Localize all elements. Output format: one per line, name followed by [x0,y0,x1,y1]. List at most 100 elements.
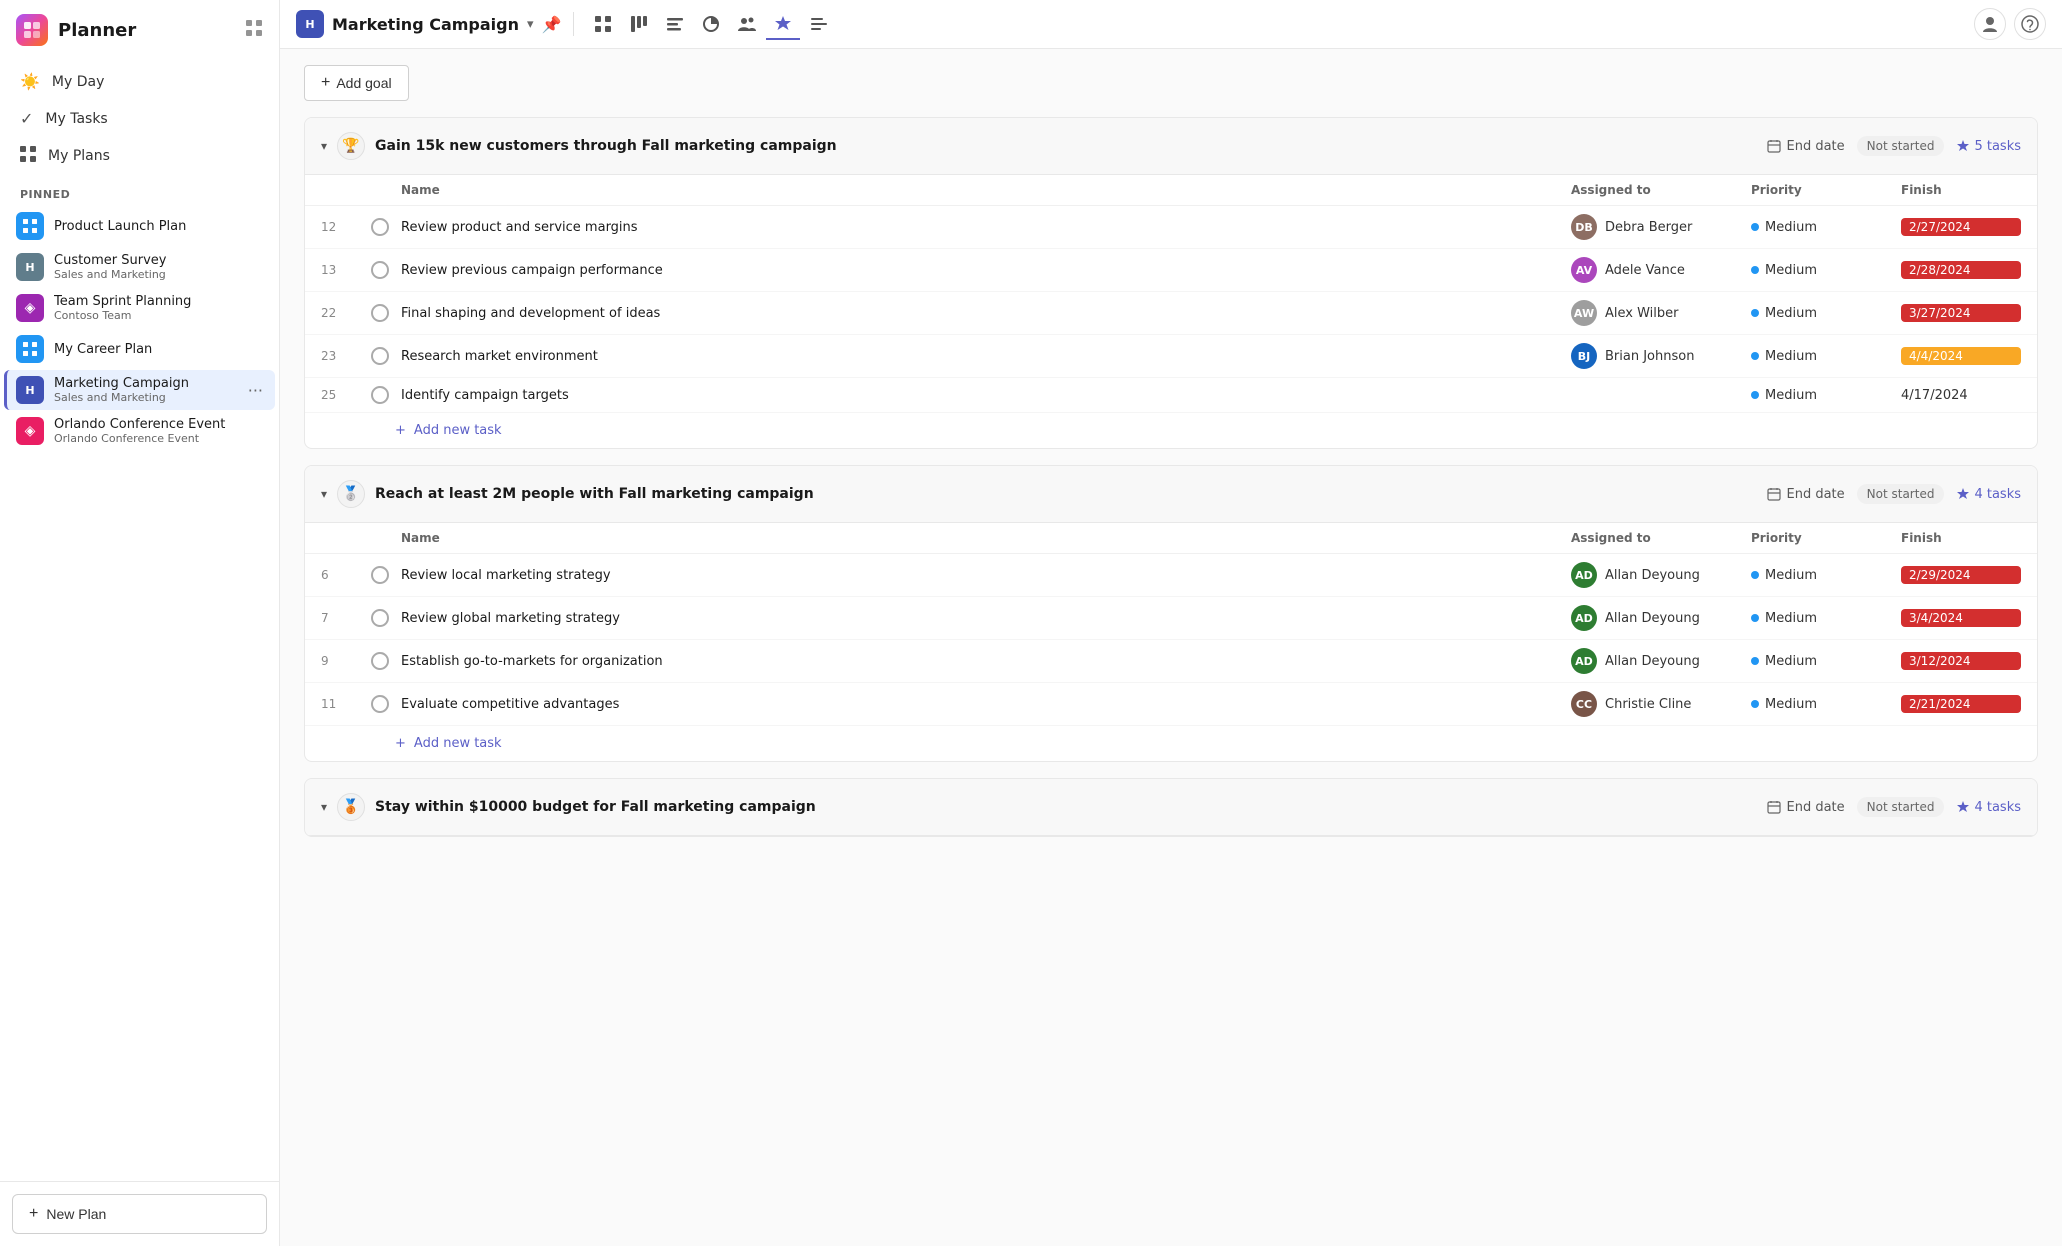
collapse-icon-2[interactable]: ▾ [321,487,327,501]
sidebar-grid-icon[interactable] [245,19,263,41]
more-view-button[interactable] [802,9,836,39]
table-row[interactable]: 7 Review global marketing strategy AD Al… [305,597,2037,640]
col-finish-2: Finish [1901,531,2021,545]
task-table-header-2: Name Assigned to Priority Finish [305,523,2037,554]
task-checkbox[interactable] [371,566,389,584]
add-goal-button[interactable]: + Add goal [304,65,409,101]
plan-item-orlando[interactable]: ◈ Orlando Conference Event Orlando Confe… [4,411,275,451]
plan-name-team-sprint: Team Sprint Planning [54,294,263,309]
nav-label-my-plans: My Plans [48,148,110,164]
board-view-button[interactable] [622,9,656,39]
task-checkbox[interactable] [371,386,389,404]
plan-item-product-launch[interactable]: Product Launch Plan [4,206,275,246]
main-content: H Marketing Campaign ▾ 📌 [280,0,2062,1246]
col-assigned-2: Assigned to [1571,531,1751,545]
add-icon: + [321,74,330,92]
plan-icon-my-career [16,335,44,363]
nav-item-my-day[interactable]: ☀️ My Day [8,64,271,99]
plan-item-marketing-campaign[interactable]: H Marketing Campaign Sales and Marketing… [4,370,275,410]
nav-item-my-plans[interactable]: My Plans [8,138,271,174]
plan-item-my-career[interactable]: My Career Plan [4,329,275,369]
plan-name-my-career: My Career Plan [54,342,263,357]
task-checkbox[interactable] [371,652,389,670]
col-priority-2: Priority [1751,531,1901,545]
table-row[interactable]: 9 Establish go-to-markets for organizati… [305,640,2037,683]
goals-view-button[interactable] [766,8,800,40]
table-row[interactable]: 12 Review product and service margins DB… [305,206,2037,249]
collapse-icon-3[interactable]: ▾ [321,800,327,814]
goal-section-1: ▾ 🏆 Gain 15k new customers through Fall … [304,117,2038,449]
table-row[interactable]: 6 Review local marketing strategy AD All… [305,554,2037,597]
plan-sub-marketing-campaign: Sales and Marketing [54,391,238,404]
timeline-view-button[interactable] [658,9,692,39]
task-checkbox[interactable] [371,695,389,713]
new-plan-button[interactable]: + New Plan [12,1194,267,1234]
new-plan-label: New Plan [46,1206,106,1222]
task-checkbox[interactable] [371,304,389,322]
sun-icon: ☀️ [20,72,40,91]
pinned-label: Pinned [0,180,279,205]
tasks-count-2[interactable]: 4 tasks [1956,487,2021,502]
goal-meta-1: End date Not started 5 tasks [1767,136,2022,156]
pinned-plans: Product Launch Plan H Customer Survey Sa… [0,205,279,452]
plan-icon-product-launch [16,212,44,240]
app-logo [16,14,48,46]
help-button[interactable] [2014,8,2046,40]
table-row[interactable]: 11 Evaluate competitive advantages CC Ch… [305,683,2037,726]
add-goal-label: Add goal [336,75,391,91]
people-view-button[interactable] [730,9,764,39]
plan-icon-customer-survey: H [16,253,44,281]
table-row[interactable]: 23 Research market environment BJ Brian … [305,335,2037,378]
plan-item-team-sprint[interactable]: ◈ Team Sprint Planning Contoso Team [4,288,275,328]
goal-badge-1: 🏆 [337,132,365,160]
end-date-button-1[interactable]: End date [1767,139,1845,154]
plan-sub-team-sprint: Contoso Team [54,309,263,322]
end-date-button-3[interactable]: End date [1767,800,1845,815]
sidebar-header: Planner [0,0,279,60]
plans-icon [20,146,36,166]
nav-item-my-tasks[interactable]: ✓ My Tasks [8,101,271,136]
goal-header-1: ▾ 🏆 Gain 15k new customers through Fall … [305,118,2037,175]
task-checkbox[interactable] [371,218,389,236]
col-assigned-1: Assigned to [1571,183,1751,197]
add-task-button-2[interactable]: + Add new task [305,726,2037,761]
tasks-count-label-1: 5 tasks [1974,139,2021,154]
task-checkbox[interactable] [371,347,389,365]
plan-item-customer-survey[interactable]: H Customer Survey Sales and Marketing [4,247,275,287]
avatar: AW [1571,300,1597,326]
priority-dot [1751,352,1759,360]
chevron-down-icon[interactable]: ▾ [527,17,534,32]
table-row[interactable]: 22 Final shaping and development of idea… [305,292,2037,335]
priority-dot [1751,223,1759,231]
pin-icon[interactable]: 📌 [542,15,562,34]
plan-more-icon[interactable]: ··· [248,381,263,400]
plan-title-icon: H [296,10,324,38]
collapse-icon-1[interactable]: ▾ [321,139,327,153]
profile-button[interactable] [1974,8,2006,40]
table-row[interactable]: 13 Review previous campaign performance … [305,249,2037,292]
plan-name-orlando: Orlando Conference Event [54,417,263,432]
avatar: AD [1571,562,1597,588]
priority-dot [1751,266,1759,274]
task-checkbox[interactable] [371,609,389,627]
content-area: + Add goal ▾ 🏆 Gain 15k new customers th… [280,49,2062,1246]
priority-dot [1751,657,1759,665]
finish-date: 4/4/2024 [1901,347,2021,365]
end-date-label-3: End date [1787,800,1845,815]
grid-view-button[interactable] [586,9,620,39]
chart-view-button[interactable] [694,9,728,39]
table-row[interactable]: 25 Identify campaign targets Medium 4/17… [305,378,2037,413]
goal-section-3: ▾ 🥉 Stay within $10000 budget for Fall m… [304,778,2038,837]
tasks-count-3[interactable]: 4 tasks [1956,800,2021,815]
goal-badge-3: 🥉 [337,793,365,821]
task-table-header-1: Name Assigned to Priority Finish [305,175,2037,206]
nav-label-my-day: My Day [52,74,104,90]
end-date-button-2[interactable]: End date [1767,487,1845,502]
tasks-count-1[interactable]: 5 tasks [1956,139,2021,154]
priority-dot [1751,614,1759,622]
finish-date: 2/27/2024 [1901,218,2021,236]
add-task-label-1: Add new task [414,423,502,438]
priority-dot [1751,571,1759,579]
task-checkbox[interactable] [371,261,389,279]
add-task-button-1[interactable]: + Add new task [305,413,2037,448]
